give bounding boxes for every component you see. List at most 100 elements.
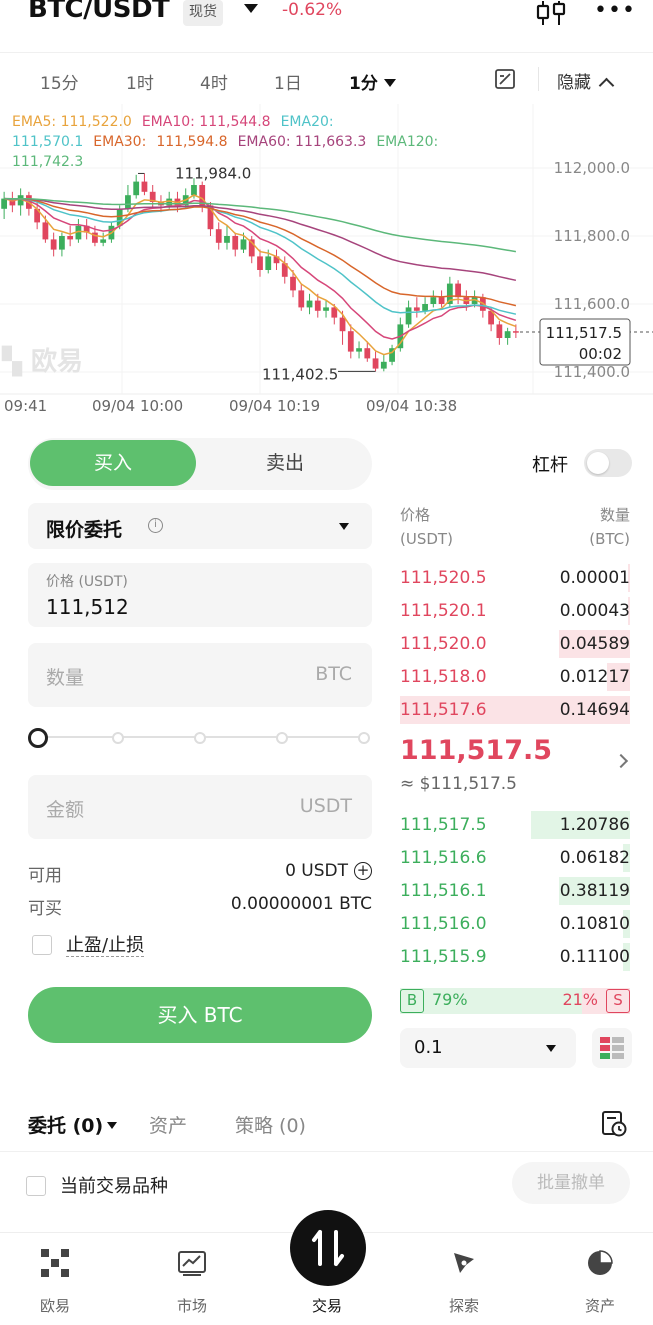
order-history-icon[interactable] xyxy=(601,1109,627,1137)
bid-row[interactable]: 111,515.9 0.11100 xyxy=(400,942,630,972)
bid-row[interactable]: 111,516.1 0.38119 xyxy=(400,876,630,906)
candlestick-chart-icon[interactable] xyxy=(535,0,567,26)
bid-row[interactable]: 111,517.5 1.20786 xyxy=(400,810,630,840)
interval-active[interactable]: 1分 xyxy=(349,69,396,94)
x-tick-label: 09/04 10:00 xyxy=(92,397,183,415)
ask-row[interactable]: 111,518.0 0.01217 xyxy=(400,662,630,692)
swap-arrows-icon xyxy=(312,1230,344,1266)
x-tick-label: 09/04 10:19 xyxy=(229,397,320,415)
interval-1d[interactable]: 1日 xyxy=(274,69,302,94)
tab-assets[interactable]: 资产 xyxy=(149,1111,187,1138)
ask-row[interactable]: 111,520.1 0.00043 xyxy=(400,596,630,626)
current-pair-checkbox[interactable] xyxy=(26,1176,46,1196)
bid-row[interactable]: 111,516.6 0.06182 xyxy=(400,843,630,873)
orderbook-layout-icon[interactable] xyxy=(592,1028,632,1068)
nav-market[interactable]: 市场 xyxy=(137,1233,247,1325)
candle-body xyxy=(133,181,140,196)
candle-body xyxy=(380,361,387,369)
buy-btc-button[interactable]: 买入 BTC xyxy=(28,987,372,1043)
amount-input[interactable]: 金额 USDT xyxy=(28,775,372,839)
available-value: 0 USDT xyxy=(285,861,348,881)
candle-body xyxy=(438,297,445,304)
info-icon[interactable]: i xyxy=(148,518,163,533)
candle-body xyxy=(298,290,305,308)
sell-tab[interactable]: 卖出 xyxy=(210,440,360,486)
candle-body xyxy=(430,297,437,304)
ob-qty-unit: (BTC) xyxy=(589,530,630,548)
candle-body xyxy=(232,236,239,250)
nav-explore[interactable]: 探索 xyxy=(409,1233,519,1325)
ask-row[interactable]: 111,517.6 0.14694 xyxy=(400,695,630,725)
bid-qty: 0.38119 xyxy=(559,881,630,901)
candle-body xyxy=(496,324,503,338)
batch-cancel-button[interactable]: 批量撤单 xyxy=(512,1162,630,1204)
current-pair-label: 当前交易品种 xyxy=(60,1176,168,1197)
orderbook-header: 价格 (USDT) 数量 (BTC) xyxy=(400,503,630,551)
nav-okx[interactable]: 欧易 xyxy=(0,1233,110,1325)
mid-price: 111,517.5 xyxy=(400,735,553,766)
quantity-input[interactable]: 数量 BTC xyxy=(28,643,372,707)
ema-legend-item: 111,594.8 xyxy=(156,134,228,150)
slider-step-75[interactable] xyxy=(276,732,288,744)
leverage-label: 杠杆 xyxy=(532,455,568,476)
trade-fab-button[interactable] xyxy=(290,1210,366,1286)
slider-step-100[interactable] xyxy=(358,732,370,744)
ema-legend-item: EMA30: xyxy=(93,134,147,150)
add-funds-icon[interactable]: + xyxy=(354,862,372,880)
bid-row[interactable]: 111,516.0 0.10810 xyxy=(400,909,630,939)
quantity-placeholder: 数量 xyxy=(46,667,85,689)
candle-body xyxy=(504,331,511,338)
hide-chart-toggle[interactable]: 隐藏 xyxy=(557,68,615,94)
tpsl-option[interactable]: 止盈/止损 xyxy=(32,931,145,957)
candle-body xyxy=(290,276,296,291)
chevron-down-icon xyxy=(107,1122,118,1129)
buy-tab[interactable]: 买入 xyxy=(30,440,196,486)
depth-step-value: 0.1 xyxy=(414,1037,443,1058)
nav-trade-label: 交易 xyxy=(311,1297,342,1315)
interval-1h[interactable]: 1时 xyxy=(126,69,154,94)
amount-slider[interactable] xyxy=(28,726,372,750)
chart-settings-icon[interactable] xyxy=(494,68,516,90)
buy-sell-switch: 买入 卖出 xyxy=(28,438,372,490)
orderbook-layout-glyph-icon xyxy=(600,1037,624,1059)
candle-body xyxy=(512,331,519,333)
ask-row[interactable]: 111,520.5 0.00001 xyxy=(400,563,630,593)
ask-qty: 0.00001 xyxy=(559,568,630,588)
candle-body xyxy=(405,307,412,325)
nav-assets-label: 资产 xyxy=(584,1297,615,1315)
pair-dropdown-caret-icon[interactable] xyxy=(244,4,258,13)
slider-step-50[interactable] xyxy=(194,732,206,744)
interval-4h[interactable]: 4时 xyxy=(200,69,228,94)
ema-legend: EMA5: 111,522.0 EMA10: 111,544.8 EMA20: 11… xyxy=(12,112,522,172)
tpsl-checkbox[interactable] xyxy=(32,935,52,955)
bid-qty: 1.20786 xyxy=(559,815,630,835)
price-input-value[interactable]: 111,512 xyxy=(46,595,129,619)
buyable-value: 0.00000001 BTC xyxy=(230,894,372,914)
order-type-select[interactable]: 限价委托 i xyxy=(28,503,372,549)
candle-body xyxy=(67,236,74,240)
chevron-right-icon[interactable] xyxy=(613,753,629,769)
ema-legend-item: EMA60: 111,663.3 xyxy=(237,134,367,150)
depth-step-select[interactable]: 0.1 xyxy=(400,1028,576,1068)
candle-body xyxy=(372,358,379,369)
slider-handle[interactable] xyxy=(28,728,48,748)
candle-body xyxy=(323,307,329,311)
leverage-toggle[interactable] xyxy=(584,449,632,477)
interval-15m[interactable]: 15分 xyxy=(40,69,79,94)
pair-title[interactable]: BTC/USDT xyxy=(28,0,170,24)
slider-step-25[interactable] xyxy=(112,732,124,744)
candlestick-chart[interactable]: ▚ 欧易 112,000.0 111,800.0 111,600.0 111,400.0… xyxy=(0,104,653,420)
candle-body xyxy=(50,239,57,250)
price-input[interactable]: 价格 (USDT) 111,512 xyxy=(28,563,372,627)
tab-orders[interactable]: 委托 (0) xyxy=(28,1111,118,1138)
candle-body xyxy=(59,236,65,250)
candle-body xyxy=(42,222,49,240)
nav-assets[interactable]: 资产 xyxy=(545,1233,653,1325)
more-icon[interactable]: ••• xyxy=(594,0,636,22)
candle-body xyxy=(240,239,247,250)
ask-row[interactable]: 111,520.0 0.04589 xyxy=(400,629,630,659)
nav-market-label: 市场 xyxy=(176,1297,207,1315)
current-pair-filter[interactable]: 当前交易品种 xyxy=(26,1172,168,1198)
tab-strategy[interactable]: 策略 (0) xyxy=(235,1111,306,1138)
ask-qty: 0.14694 xyxy=(559,700,630,720)
